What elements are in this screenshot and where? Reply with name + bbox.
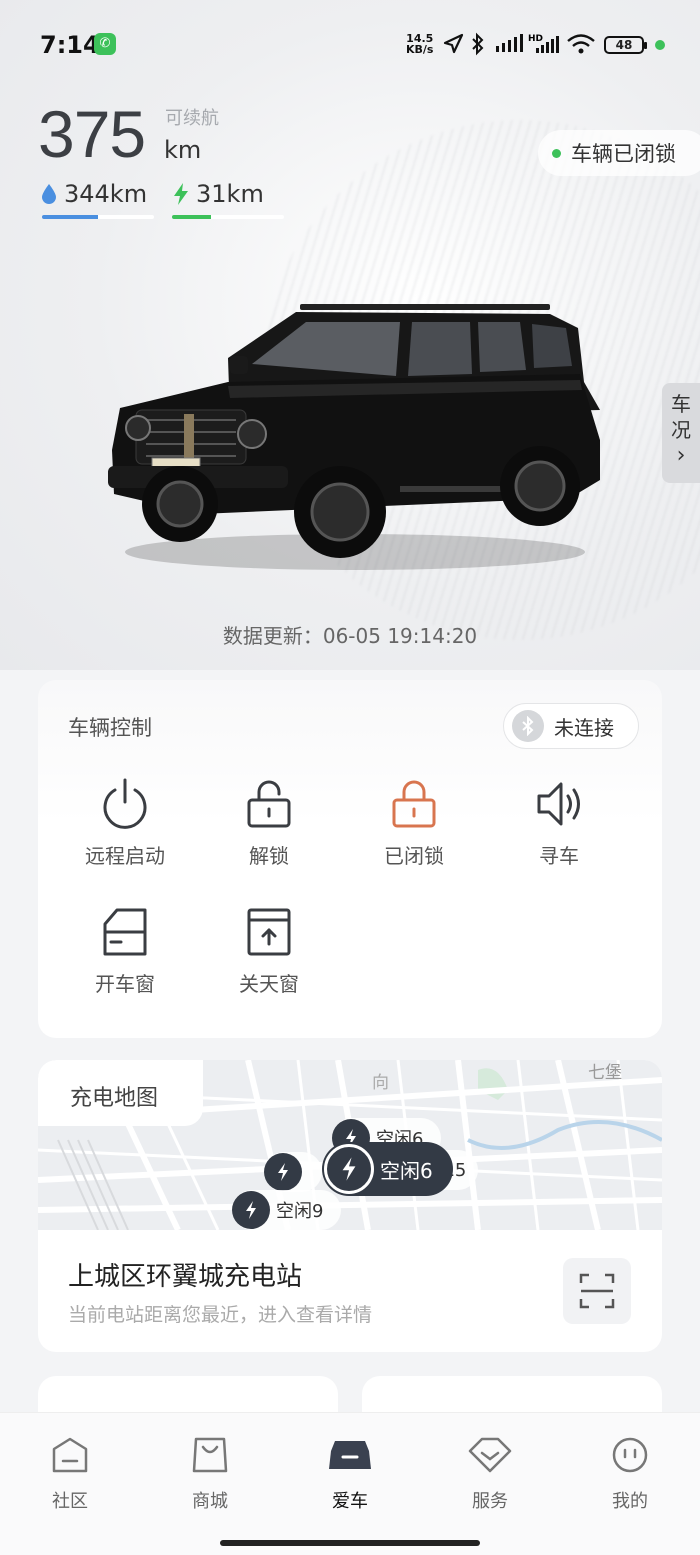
lightning-icon <box>174 183 188 205</box>
remote-start-label: 远程启动 <box>85 844 165 868</box>
electric-range-bar-fill <box>172 215 212 219</box>
call-icon: ✆ <box>94 33 116 55</box>
unlock-icon <box>247 780 291 828</box>
hd-signal-icon: HD <box>528 34 559 53</box>
fuel-drop-icon <box>42 184 56 204</box>
map-label-xiang: 向 <box>372 1073 389 1093</box>
charging-pin[interactable] <box>264 1152 322 1192</box>
open-window-button[interactable]: 开车窗 <box>65 904 185 997</box>
lightning-icon <box>264 1153 302 1191</box>
signal-icon <box>496 34 523 52</box>
status-time: 7:14 <box>40 31 100 59</box>
vehicle-lock-status[interactable]: 车辆已闭锁 <box>538 130 700 176</box>
community-icon <box>52 1437 88 1473</box>
lock-label: 已闭锁 <box>384 844 444 868</box>
tab-profile-label: 我的 <box>612 1491 648 1512</box>
bluetooth-icon <box>512 710 544 742</box>
vehicle-image <box>108 304 600 570</box>
unlock-button[interactable]: 解锁 <box>209 776 329 869</box>
battery-indicator: 48 <box>604 36 647 54</box>
charging-map-title: 充电地图 <box>38 1060 203 1126</box>
tab-service-label: 服务 <box>472 1491 508 1512</box>
bluetooth-status: 未连接 <box>554 715 614 740</box>
find-car-label: 寻车 <box>539 844 579 868</box>
unlock-label: 解锁 <box>249 844 289 868</box>
electric-range-bar <box>172 215 284 219</box>
range-label: 可续航 <box>165 108 219 129</box>
vehicle-condition-tab[interactable]: 车 况 › <box>662 383 700 483</box>
close-sunroof-button[interactable]: 关天窗 <box>209 904 329 997</box>
wifi-icon <box>567 34 595 54</box>
open-window-label: 开车窗 <box>95 972 155 996</box>
fuel-range: 344km <box>40 180 147 208</box>
charging-pin-label: 空闲9 <box>276 1201 324 1222</box>
charging-pin-selected[interactable]: 空闲6 <box>322 1142 453 1196</box>
location-arrow-icon <box>443 33 464 54</box>
chevron-right-icon: › <box>676 443 686 468</box>
remote-start-button[interactable]: 远程启动 <box>65 776 185 869</box>
electric-range: 31km <box>172 180 264 208</box>
range-unit: km <box>164 136 202 164</box>
network-speed-unit: KB/s <box>406 43 434 56</box>
vehicle-lock-status-text: 车辆已闭锁 <box>571 142 676 166</box>
charging-map-card[interactable]: 七堡 向 空闲6 115 空闲9 空闲6 <box>38 1060 662 1352</box>
shop-bag-icon <box>192 1437 228 1473</box>
bluetooth-icon <box>472 32 484 56</box>
lock-icon <box>392 780 436 828</box>
tab-service[interactable]: 服务 <box>450 1433 530 1513</box>
status-bar: 7:14 ✆ 14.5 KB/s HD 48 <box>0 0 700 90</box>
find-car-button[interactable]: 寻车 <box>499 776 619 869</box>
station-description: 当前电站距离您最近，进入查看详情 <box>68 1304 373 1326</box>
charging-pin-selected-label: 空闲6 <box>380 1158 433 1183</box>
tab-community[interactable]: 社区 <box>30 1433 110 1513</box>
network-speed: 14.5 KB/s <box>406 33 433 55</box>
electric-range-value: 31km <box>196 180 264 208</box>
vehicle-condition-tab-label-1: 车 <box>671 392 691 416</box>
speaker-icon <box>537 782 580 826</box>
lightning-icon <box>232 1191 270 1229</box>
service-icon <box>468 1437 512 1473</box>
sunroof-close-icon <box>247 908 291 956</box>
status-dot <box>552 148 561 158</box>
close-sunroof-label: 关天窗 <box>239 972 299 996</box>
car-icon <box>329 1441 371 1469</box>
charging-map[interactable]: 七堡 向 空闲6 115 空闲9 空闲6 <box>38 1060 662 1230</box>
tab-shop-label: 商城 <box>192 1491 228 1512</box>
tab-community-label: 社区 <box>52 1491 88 1512</box>
lightning-icon <box>324 1144 374 1194</box>
scan-icon <box>579 1273 615 1309</box>
status-dot <box>655 40 665 50</box>
bluetooth-connect-button[interactable]: 未连接 <box>503 703 639 749</box>
window-open-icon <box>103 908 147 956</box>
vehicle-control-card: 车辆控制 未连接 远程启动 解锁 已闭锁 寻车 开车窗 关天窗 <box>38 680 662 1038</box>
fuel-range-bar-fill <box>42 215 98 219</box>
fuel-range-bar <box>42 215 154 219</box>
fuel-range-value: 344km <box>64 180 148 208</box>
svg-text:HD: HD <box>528 34 543 44</box>
total-range: 375 <box>38 97 146 171</box>
home-indicator[interactable] <box>220 1540 480 1546</box>
tab-my-car-label: 爱车 <box>332 1491 368 1512</box>
tab-shop[interactable]: 商城 <box>170 1433 250 1513</box>
tab-my-car[interactable]: 爱车 <box>310 1433 390 1513</box>
station-name[interactable]: 上城区环翼城充电站 <box>68 1256 302 1293</box>
power-icon <box>103 778 147 829</box>
tab-profile[interactable]: 我的 <box>590 1433 670 1513</box>
scan-button[interactable] <box>563 1258 631 1324</box>
data-update-time: 数据更新：06-05 19:14:20 <box>222 624 478 648</box>
profile-icon <box>612 1437 648 1473</box>
map-label-qibao: 七堡 <box>588 1063 622 1083</box>
vehicle-control-title: 车辆控制 <box>68 716 152 740</box>
bottom-tab-bar: 社区 商城 爱车 服务 我的 <box>0 1412 700 1555</box>
lock-button[interactable]: 已闭锁 <box>354 776 474 869</box>
charging-pin[interactable]: 空闲9 <box>232 1190 342 1230</box>
vehicle-condition-tab-label-2: 况 <box>671 418 691 442</box>
